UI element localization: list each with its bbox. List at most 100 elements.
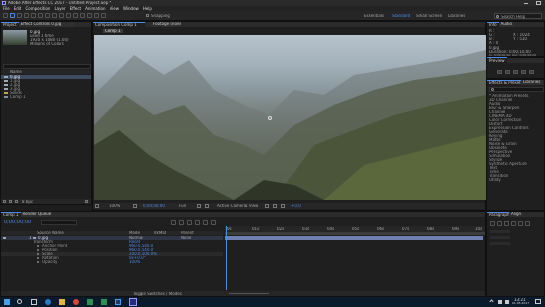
camera-view-select[interactable]: Active Camera xyxy=(217,204,246,208)
new-composition-icon[interactable] xyxy=(15,200,18,203)
interpret-footage-icon[interactable] xyxy=(3,200,6,203)
motion-blur-icon[interactable] xyxy=(203,220,208,225)
hand-tool-icon[interactable] xyxy=(17,13,22,18)
effects-search-input[interactable] xyxy=(489,87,544,92)
notifications-icon[interactable] xyxy=(535,299,541,304)
tab-render-queue[interactable]: Render Queue xyxy=(20,212,51,217)
graph-editor-icon[interactable] xyxy=(211,220,216,225)
file-explorer-icon[interactable] xyxy=(59,299,65,305)
after-effects-icon[interactable] xyxy=(129,298,137,306)
tab-audio[interactable]: Audio xyxy=(498,22,514,27)
tab-info[interactable]: Info xyxy=(487,22,499,27)
selection-tool-icon[interactable] xyxy=(10,13,15,18)
align-right-icon[interactable] xyxy=(504,221,509,226)
col-trkmat[interactable]: TrkMat xyxy=(153,231,166,235)
tab-paragraph[interactable]: Paragraph xyxy=(487,212,509,217)
rotate-tool-icon[interactable] xyxy=(31,13,36,18)
transparency-grid-icon[interactable] xyxy=(205,204,209,208)
photoshop-icon[interactable] xyxy=(115,299,121,305)
tab-align[interactable]: Align xyxy=(509,212,524,217)
home-tool-icon[interactable] xyxy=(3,13,8,18)
tab-composition[interactable]: Composition Comp 1 xyxy=(93,22,145,27)
project-col-name[interactable]: Name xyxy=(10,70,22,74)
magnification-icon[interactable] xyxy=(95,204,99,208)
current-time-indicator[interactable] xyxy=(226,226,227,290)
layer-duration-bar[interactable] xyxy=(225,236,483,240)
view-layout-select[interactable]: 1 View xyxy=(245,204,258,208)
indent-right-field[interactable] xyxy=(490,236,510,239)
close-icon[interactable] xyxy=(536,1,541,5)
timeline-icon[interactable] xyxy=(273,204,277,208)
minimize-icon[interactable] xyxy=(524,3,528,4)
puppet-tool-icon[interactable] xyxy=(101,13,106,18)
last-frame-icon[interactable] xyxy=(529,70,534,74)
stopwatch-icon[interactable] xyxy=(37,261,39,263)
workspace-small-screen[interactable]: Small Screen xyxy=(416,14,442,18)
brush-tool-icon[interactable] xyxy=(73,13,78,18)
frame-blending-icon[interactable] xyxy=(195,220,200,225)
windows-start-icon[interactable] xyxy=(4,299,10,305)
volume-icon[interactable] xyxy=(505,300,509,304)
col-parent[interactable]: Parent xyxy=(181,231,194,235)
tab-effects-presets[interactable]: Effects & Presets xyxy=(487,80,521,85)
pan-behind-tool-icon[interactable] xyxy=(45,13,50,18)
composition-timecode[interactable]: 0;00;00;00 xyxy=(143,204,165,208)
stopwatch-icon[interactable] xyxy=(37,253,39,255)
justify-left-icon[interactable] xyxy=(511,221,516,226)
play-icon[interactable] xyxy=(513,70,518,74)
composition-breadcrumb[interactable]: Comp 1 xyxy=(103,29,123,33)
tab-footage[interactable]: Footage (none) xyxy=(151,22,181,27)
composition-viewer[interactable] xyxy=(94,35,486,200)
timeline-timecode[interactable]: 0;00;00;00 xyxy=(4,220,31,225)
next-frame-icon[interactable] xyxy=(521,70,526,74)
tab-preview[interactable]: Preview xyxy=(487,57,507,63)
project-bpc[interactable]: 8 bpc xyxy=(22,200,33,204)
task-view-icon[interactable] xyxy=(31,299,37,305)
project-search-input[interactable] xyxy=(3,64,91,69)
rectangle-tool-icon[interactable] xyxy=(52,13,57,18)
edge-browser-icon[interactable] xyxy=(45,299,51,305)
align-left-icon[interactable] xyxy=(490,221,495,226)
list-item[interactable]: Comp 1 xyxy=(1,95,91,99)
network-icon[interactable] xyxy=(498,300,502,304)
property-value[interactable]: 100% xyxy=(129,260,140,264)
visibility-eye-icon[interactable] xyxy=(3,237,6,239)
tab-effect-controls[interactable]: Effect Controls 0.jpg xyxy=(18,22,75,27)
stopwatch-icon[interactable] xyxy=(37,257,39,259)
exposure-value[interactable]: +0.0 xyxy=(291,204,301,208)
justify-all-icon[interactable] xyxy=(525,221,530,226)
new-folder-icon[interactable] xyxy=(9,200,12,203)
toggle-switches-modes[interactable]: Toggle Switches / Modes xyxy=(133,292,182,296)
timeline-search-input[interactable] xyxy=(41,220,77,225)
col-source-name[interactable]: Source Name xyxy=(37,231,64,235)
zoom-slider[interactable] xyxy=(229,293,269,294)
app-icon[interactable] xyxy=(101,299,107,305)
region-of-interest-icon[interactable] xyxy=(197,204,201,208)
trash-icon[interactable] xyxy=(85,200,88,203)
pen-tool-icon[interactable] xyxy=(59,13,64,18)
draft-3d-icon[interactable] xyxy=(179,220,184,225)
indent-first-line-field[interactable] xyxy=(490,242,510,245)
tab-project[interactable]: Project xyxy=(1,22,19,27)
indent-left-field[interactable] xyxy=(490,230,510,233)
fast-previews-icon[interactable] xyxy=(265,204,269,208)
search-help-field[interactable]: Search Help xyxy=(494,13,542,19)
col-mode[interactable]: Mode xyxy=(129,231,140,235)
zoom-tool-icon[interactable] xyxy=(24,13,29,18)
workspace-libraries[interactable]: Libraries xyxy=(448,14,465,18)
stopwatch-icon[interactable] xyxy=(37,245,39,247)
previous-frame-icon[interactable] xyxy=(505,70,510,74)
eraser-tool-icon[interactable] xyxy=(87,13,92,18)
chrome-icon[interactable] xyxy=(73,299,79,305)
snapshot-icon[interactable] xyxy=(133,204,137,208)
camera-tool-icon[interactable] xyxy=(38,13,43,18)
clone-stamp-tool-icon[interactable] xyxy=(80,13,85,18)
shy-layers-icon[interactable] xyxy=(187,220,192,225)
property-row[interactable]: Opacity 100% xyxy=(1,260,223,264)
workspace-essentials[interactable]: Essentials xyxy=(364,14,384,18)
resolution-select[interactable]: Full xyxy=(179,204,186,208)
snapping-checkbox[interactable] xyxy=(146,14,149,17)
zoom-level[interactable]: 100% xyxy=(109,204,120,208)
work-area-bar[interactable] xyxy=(225,232,485,235)
first-frame-icon[interactable] xyxy=(497,70,502,74)
